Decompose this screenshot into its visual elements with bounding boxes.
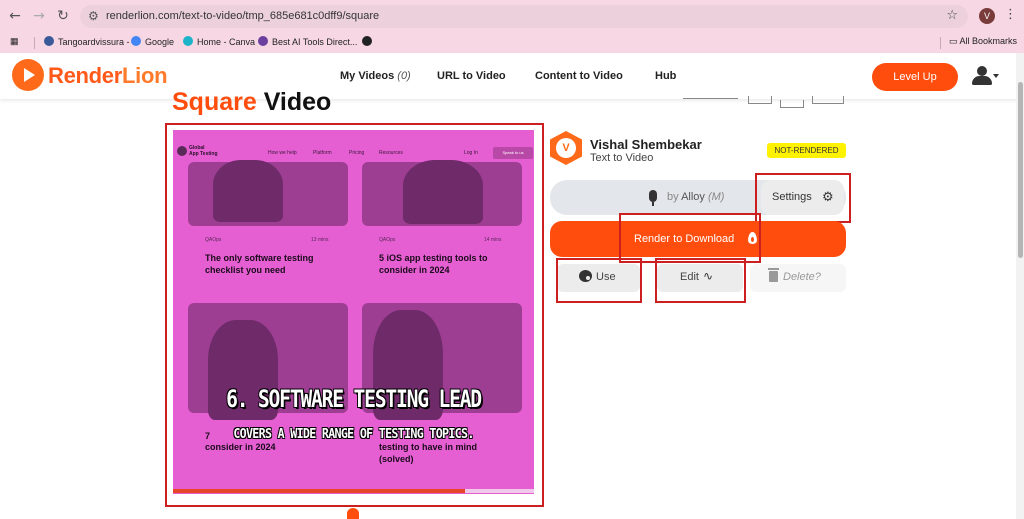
video-progress-fill [173,489,466,493]
bookmark-globe[interactable] [362,36,376,47]
voice-variant: (M) [707,191,725,203]
bookmark-tangoardvissura[interactable]: Tangoardvissura - [44,36,130,47]
nav-url-to-video[interactable]: URL to Video [437,70,506,82]
site-nav-item: Platform [313,150,332,156]
bookmark-label: Tangoardvissura - [58,37,130,47]
bookmark-label: Home - Canva [197,37,256,47]
video-preview[interactable]: Global App Testing How we help Platform P… [173,130,534,494]
author-avatar-initial: V [556,138,576,158]
chevron-down-icon [993,74,999,78]
logo-text-lion: Lion [122,63,168,88]
author-name: Vishal Shembekar [590,137,702,152]
site-nav-item: Resources [379,150,403,156]
site-speak-button: Speak to us [493,147,533,159]
back-icon[interactable]: ← [6,7,24,25]
format-option[interactable] [748,96,772,104]
scrollbar-thumb[interactable] [1018,82,1023,258]
lion-icon [347,508,359,519]
apps-grid-icon[interactable]: ▦ [10,36,19,47]
site-nav-item: Pricing [349,150,365,156]
ai-tools-icon [258,36,268,46]
renderlion-logo-icon[interactable] [12,59,44,91]
globe-icon [362,36,372,46]
user-head [977,66,987,76]
card-figure [403,160,483,224]
card-figure [213,160,283,222]
page-title: Square Video [172,88,331,117]
bookmark-canva[interactable]: Home - Canva [183,36,255,47]
page-title-rest: Video [256,88,332,116]
card-tag: QAOps [379,237,396,243]
nav-my-videos-label: My Videos [340,70,395,82]
bookmark-google[interactable]: Google [131,36,174,47]
card-time: 13 mins [311,237,329,243]
site-logo-icon [177,146,187,156]
site-logo: Global App Testing [189,145,218,157]
bookmarks-divider [940,37,941,49]
user-menu-icon[interactable] [972,66,999,86]
nav-hub[interactable]: Hub [655,70,676,82]
browser-toolbar: ← → ↻ ⚙ renderlion.com/text-to-video/tmp… [0,0,1024,33]
status-badge: NOT-RENDERED [767,143,846,158]
card-title-partial: consider in 2024 [205,442,276,452]
card-tag: QAOps [205,237,222,243]
card-title: 5 iOS app testing tools to consider in 2… [379,253,488,275]
edit-highlight-frame [655,258,746,303]
voice-prefix: by [667,191,679,203]
site-header: RenderLion My Videos (0) URL to Video Co… [0,53,1024,99]
nav-my-videos[interactable]: My Videos (0) [340,70,411,82]
bookmark-label: Best AI Tools Direct... [272,37,358,47]
level-up-button[interactable]: Level Up [872,63,958,91]
page-title-accent: Square [172,88,257,116]
url-text[interactable]: renderlion.com/text-to-video/tmp_685e681… [106,10,379,22]
wordpress-icon [44,36,54,46]
all-bookmarks[interactable]: ▭ All Bookmarks [949,36,1017,47]
bookmark-star-icon[interactable]: ☆ [946,8,958,23]
site-nav-item: How we help [268,150,297,156]
logo-text-render: Render [48,63,122,88]
caption-line-2: COVERS A WIDE RANGE OF TESTING TOPICS. [233,427,474,442]
card-title: The only software testing checklist you … [205,253,314,275]
nav-my-videos-count: (0) [397,70,411,82]
folder-icon: ▭ [949,36,960,46]
user-body [972,76,992,85]
caption-line-1: 6. SOFTWARE TESTING LEAD [226,385,482,413]
bookmark-label: Google [145,37,175,47]
voice-name: Alloy [681,191,705,203]
render-highlight-frame [619,213,761,263]
browser-menu-icon[interactable]: ⋮ [1004,7,1017,22]
all-bookmarks-label: All Bookmarks [959,36,1018,46]
format-option[interactable] [780,100,804,108]
format-tab[interactable] [683,98,738,106]
delete-button-label[interactable]: Delete? [783,271,821,283]
video-type: Text to Video [590,152,654,164]
profile-avatar[interactable]: V [979,8,995,24]
format-option[interactable] [812,96,844,104]
settings-highlight-frame [755,173,851,223]
voice-label[interactable]: by Alloy (M) [667,191,724,203]
microphone-icon [649,190,657,202]
card-title-partial: testing to have in mind (solved) [379,442,478,464]
reload-icon[interactable]: ↻ [54,7,72,25]
nav-content-to-video[interactable]: Content to Video [535,70,623,82]
address-bar[interactable]: ⚙ renderlion.com/text-to-video/tmp_685e6… [80,5,968,28]
use-highlight-frame [556,258,642,303]
trash-icon [768,268,779,282]
bookmarks-bar: ▦ Tangoardvissura - Google Home - Canva … [0,33,1024,53]
video-site-header: Global App Testing How we help Platform P… [173,142,534,164]
microphone-stem [652,202,654,206]
card-time: 14 mins [484,237,502,243]
canva-icon [183,36,193,46]
bookmarks-divider [34,37,35,49]
site-logo-line2: App Testing [189,151,218,157]
site-nav-item: Log In [464,150,478,156]
forward-icon[interactable]: → [30,7,48,25]
site-info-icon[interactable]: ⚙ [88,9,99,23]
bookmark-ai-tools[interactable]: Best AI Tools Direct... [258,36,357,47]
renderlion-logo[interactable]: RenderLion [48,63,168,89]
google-icon [131,36,141,46]
